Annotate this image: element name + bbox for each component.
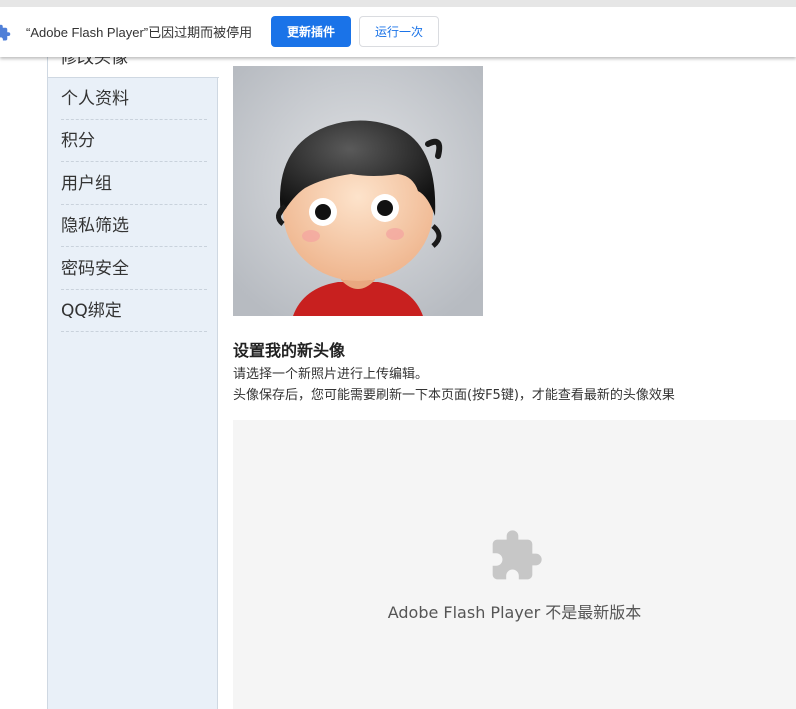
plugin-infobar: “Adobe Flash Player”已因过期而被停用 更新插件 运行一次 — [0, 0, 796, 57]
section-title: 设置我的新头像 — [233, 341, 346, 360]
sidebar-item-privacy[interactable]: 隐私筛选 — [61, 205, 207, 247]
sidebar-item-password[interactable]: 密码安全 — [61, 248, 207, 290]
sidebar-item-qq[interactable]: QQ绑定 — [61, 290, 207, 332]
puzzle-icon — [492, 530, 542, 580]
sidebar-item-profile[interactable]: 个人资料 — [61, 78, 207, 120]
flash-plugin-placeholder[interactable]: Adobe Flash Player 不是最新版本 — [233, 420, 796, 709]
puzzle-icon — [0, 24, 11, 41]
update-plugin-button[interactable]: 更新插件 — [271, 16, 351, 47]
run-once-button[interactable]: 运行一次 — [359, 16, 439, 47]
sidebar-item-usergroup[interactable]: 用户组 — [61, 163, 207, 205]
flash-outdated-message: Adobe Flash Player 不是最新版本 — [387, 603, 642, 622]
description-line-1: 请选择一个新照片进行上传编辑。 — [233, 367, 429, 382]
sidebar: 修改头像 个人资料 积分 用户组 隐私筛选 密码安全 QQ绑定 — [47, 40, 219, 709]
infobar-message: “Adobe Flash Player”已因过期而被停用 — [26, 25, 253, 40]
description-line-2: 头像保存后，您可能需要刷新一下本页面(按F5键)，才能查看最新的头像效果 — [233, 388, 675, 403]
sidebar-item-points[interactable]: 积分 — [61, 120, 207, 162]
avatar — [233, 66, 483, 316]
